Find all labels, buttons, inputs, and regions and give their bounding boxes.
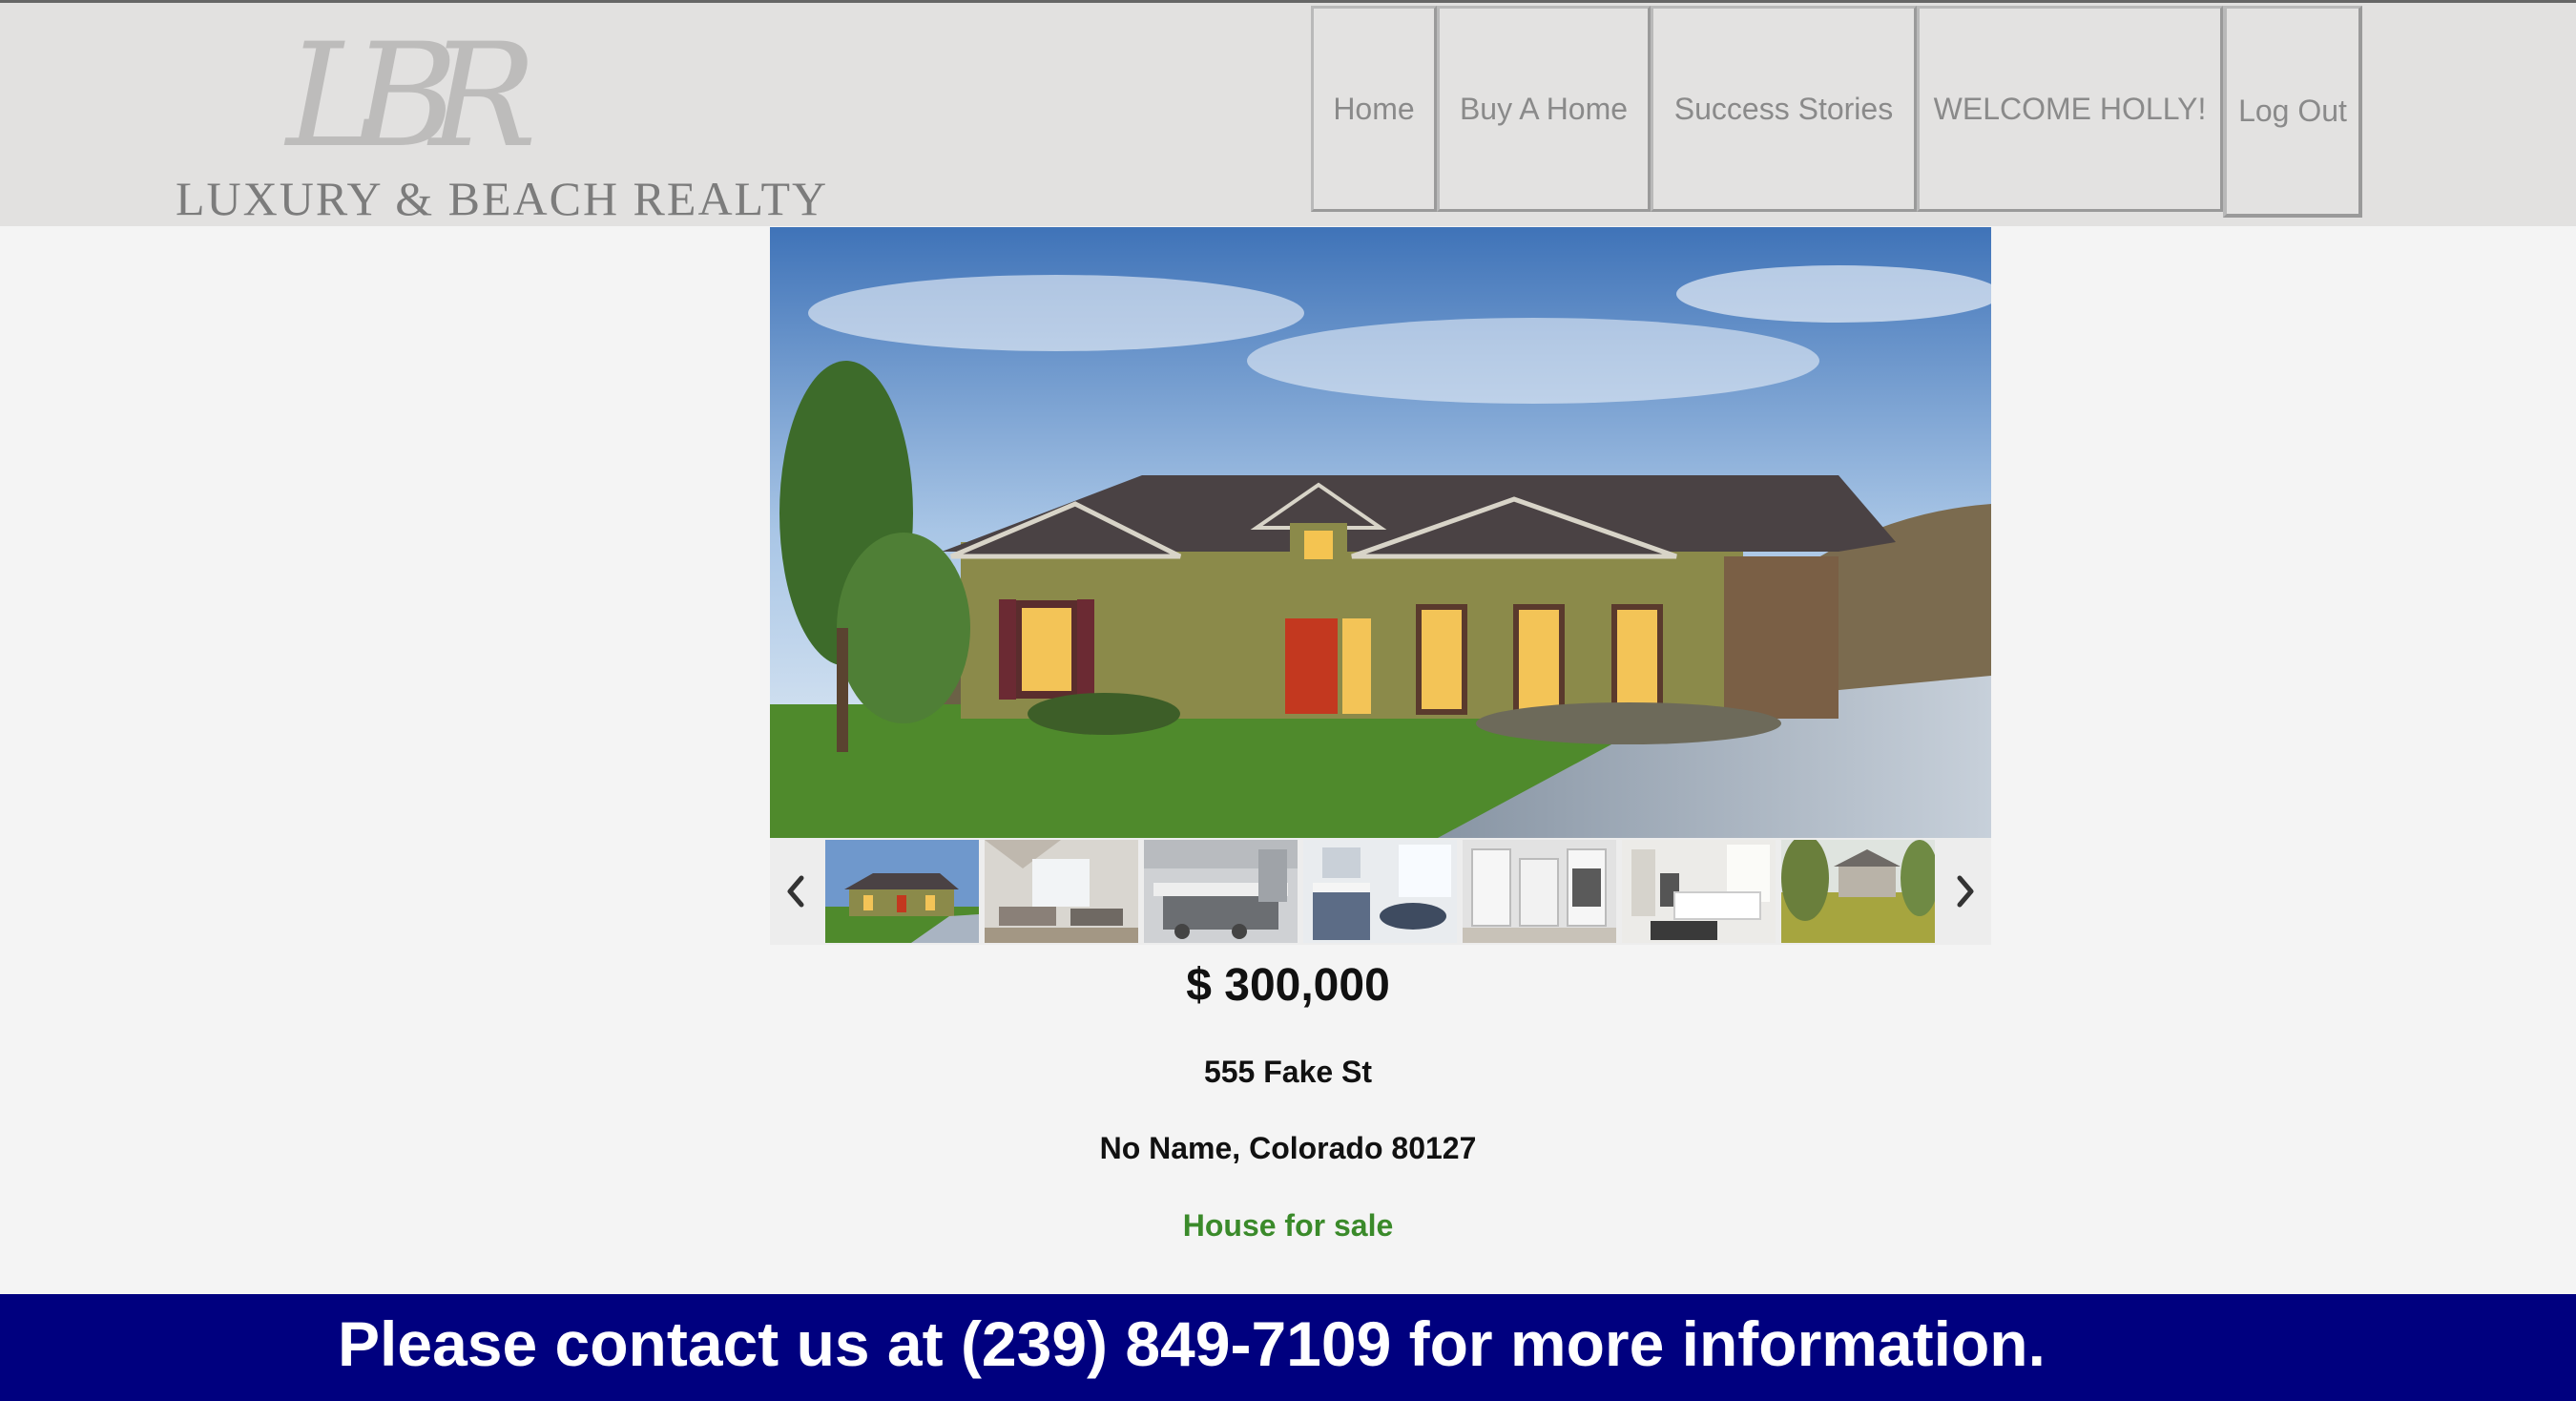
carousel-next-button[interactable]: [1938, 838, 1991, 945]
carousel-prev-button[interactable]: [770, 838, 823, 945]
main-nav: Home Buy A Home Success Stories WELCOME …: [1311, 6, 2362, 218]
thumbnail-list: [825, 840, 1935, 943]
chevron-left-icon: [787, 875, 804, 908]
thumbnail-bedroom[interactable]: [1622, 840, 1776, 943]
nav-log-out[interactable]: Log Out: [2223, 6, 2362, 218]
contact-banner-text: Please contact us at (239) 849-7109 for …: [338, 1308, 2046, 1379]
main-listing-photo[interactable]: [770, 227, 1991, 838]
thumbnail-backyard[interactable]: [1781, 840, 1935, 943]
listing-status: House for sale: [1182, 1208, 1394, 1243]
thumbnail-carousel: [770, 838, 1991, 945]
nav-welcome-user[interactable]: WELCOME HOLLY!: [1917, 6, 2223, 212]
listing-street-address: 555 Fake St: [1203, 1055, 1373, 1089]
nav-home[interactable]: Home: [1311, 6, 1437, 212]
brand-name: LUXURY & BEACH REALTY: [176, 172, 829, 225]
listing-price: $ 300,000: [1186, 960, 1390, 1011]
listing-city-state-zip: No Name, Colorado 80127: [1099, 1131, 1477, 1165]
nav-success-stories[interactable]: Success Stories: [1651, 6, 1917, 212]
brand-logo[interactable]: LBR LUXURY & BEACH REALTY: [172, 13, 826, 225]
logo-monogram: LBR: [286, 13, 537, 179]
thumbnail-kitchen[interactable]: [1144, 840, 1298, 943]
thumbnail-living-room[interactable]: [985, 840, 1138, 943]
chevron-right-icon: [1957, 875, 1974, 908]
thumbnail-bathroom[interactable]: [1303, 840, 1457, 943]
thumbnail-exterior[interactable]: [825, 840, 979, 943]
thumbnail-closet[interactable]: [1463, 840, 1616, 943]
nav-buy-a-home[interactable]: Buy A Home: [1437, 6, 1651, 212]
contact-banner: Please contact us at (239) 849-7109 for …: [0, 1294, 2576, 1401]
site-header: LBR LUXURY & BEACH REALTY Home Buy A Hom…: [0, 0, 2576, 226]
